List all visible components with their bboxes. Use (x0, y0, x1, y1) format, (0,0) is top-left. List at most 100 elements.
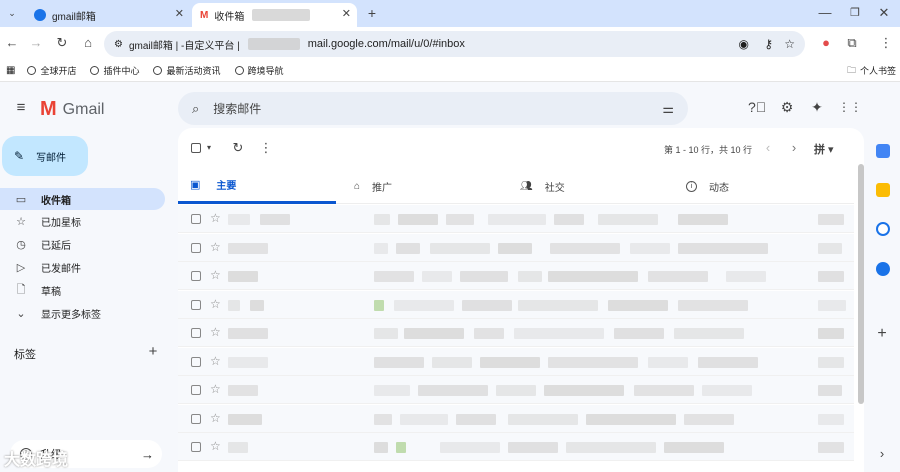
row-checkbox[interactable] (191, 356, 201, 367)
mail-row[interactable]: ☆ (178, 347, 854, 376)
row-checkbox[interactable] (191, 214, 201, 224)
search-options-icon[interactable]: ⚌ (662, 101, 674, 117)
row-checkbox[interactable] (191, 413, 201, 424)
more-options-icon[interactable]: ⋮ (258, 140, 274, 156)
tab-gmail-mailbox[interactable]: gmail邮箱 ✕ (26, 3, 190, 27)
star-icon[interactable]: ☆ (210, 354, 221, 368)
search-icon[interactable]: ⌕ (192, 101, 199, 117)
redacted-text (664, 442, 724, 453)
nav-item-sent[interactable]: ▷ 已发邮件 (0, 256, 165, 278)
globe-icon (234, 66, 244, 75)
forward-icon[interactable]: → (28, 35, 44, 51)
compose-button[interactable]: ✎ 写邮件 (2, 136, 88, 176)
redacted-text (508, 413, 578, 425)
keep-icon[interactable] (876, 183, 890, 197)
tab-inbox[interactable]: M 收件箱 ✕ (192, 3, 357, 27)
gemini-sparkle-icon[interactable]: ✦ (808, 99, 826, 115)
star-icon[interactable]: ☆ (210, 382, 221, 396)
key-icon[interactable]: ⚷ (764, 37, 773, 51)
mail-row[interactable]: ☆ (178, 290, 854, 319)
search-bar[interactable]: ⌕ 搜索邮件 ⚌ (178, 92, 688, 125)
star-icon[interactable]: ☆ (210, 211, 221, 225)
main-menu-icon[interactable]: ≡ (12, 100, 30, 116)
star-icon[interactable]: ☆ (210, 297, 221, 311)
close-window-icon[interactable]: ✕ (876, 5, 892, 21)
redacted-text (228, 214, 250, 225)
nav-item-more[interactable]: ⌄ 显示更多标签 (0, 302, 165, 324)
row-checkbox[interactable] (191, 385, 201, 395)
nav-item-inbox[interactable]: ▭ 收件箱 (0, 188, 165, 210)
bookmark-folder[interactable]: 🗀 个人书签 (847, 63, 896, 79)
refresh-icon[interactable]: ↻ (230, 140, 246, 156)
star-bookmark-icon[interactable]: ☆ (784, 37, 795, 51)
gmail-logo[interactable]: M Gmail (40, 98, 104, 121)
bookmark-item[interactable]: 跨境导航 (234, 64, 284, 77)
close-tab-icon[interactable]: ✕ (342, 7, 351, 20)
tasks-icon[interactable] (876, 222, 890, 236)
search-input[interactable]: 搜索邮件 (213, 100, 261, 117)
row-checkbox[interactable] (191, 242, 201, 253)
redacted-text (460, 271, 508, 282)
mail-row[interactable]: ☆ (178, 376, 854, 404)
extensions-puzzle-icon[interactable]: ⧉ (844, 35, 860, 51)
reload-icon[interactable]: ↻ (54, 35, 70, 51)
star-icon[interactable]: ☆ (210, 240, 221, 254)
eye-icon[interactable]: ◉ (739, 37, 749, 51)
redacted-text (432, 356, 472, 368)
extension-red-icon[interactable]: ● (818, 35, 834, 51)
tab-search-icon[interactable]: ⌄ (4, 5, 20, 21)
contacts-icon[interactable] (876, 262, 890, 276)
redacted-text (630, 242, 670, 254)
tab-social[interactable]: 👥︎ 社交 (520, 168, 670, 204)
star-icon[interactable]: ☆ (210, 439, 221, 453)
get-addons-icon[interactable]: + (874, 326, 890, 342)
google-apps-icon[interactable]: ⋮⋮ (838, 99, 862, 115)
menu-kebab-icon[interactable]: ⋮ (878, 35, 894, 51)
prev-page-icon[interactable]: ‹ (762, 140, 774, 156)
calendar-icon[interactable] (876, 144, 890, 158)
mail-row[interactable]: ☆ (178, 205, 854, 233)
back-icon[interactable]: ← (4, 35, 20, 51)
home-icon[interactable]: ⌂ (80, 35, 96, 51)
tab-updates[interactable]: i 动态 (686, 168, 836, 204)
settings-gear-icon[interactable]: ⚙ (778, 99, 796, 115)
select-dropdown-icon[interactable]: ▾ (204, 140, 214, 156)
add-label-icon[interactable]: + (146, 344, 160, 360)
close-tab-icon[interactable]: ✕ (175, 7, 184, 20)
row-checkbox[interactable] (191, 328, 201, 338)
site-settings-icon[interactable]: ⚙ (114, 39, 123, 50)
apps-grid-icon[interactable]: ▦ (6, 65, 15, 76)
bookmark-item[interactable]: 全球开店 (27, 64, 76, 77)
row-checkbox[interactable] (191, 299, 201, 310)
star-icon[interactable]: ☆ (210, 268, 221, 282)
mail-row[interactable]: ☆ (178, 433, 854, 461)
input-tool-button[interactable]: 拼 ▾ (814, 141, 834, 157)
redacted-text (228, 442, 248, 453)
next-page-icon[interactable]: › (788, 140, 800, 156)
restore-icon[interactable]: ❐ (847, 5, 863, 21)
nav-item-snoozed[interactable]: ◷ 已延后 (0, 233, 165, 255)
address-bar[interactable]: ⚙ gmail邮箱 | -自定义平台 | mail.google.com/mai… (104, 31, 805, 57)
star-icon[interactable]: ☆ (210, 411, 221, 425)
mail-row[interactable]: ☆ (178, 262, 854, 290)
mail-row[interactable]: ☆ (178, 319, 854, 347)
redacted-text (614, 328, 664, 339)
nav-item-starred[interactable]: ☆ 已加星标 (0, 210, 165, 232)
pagination-text: 第 1 - 10 行，共 10 行 (664, 145, 753, 155)
help-icon[interactable]: ?⃝ (748, 99, 766, 115)
nav-item-drafts[interactable]: 🗋 草稿 (0, 279, 165, 301)
mail-row[interactable]: ☆ (178, 404, 854, 433)
tab-primary[interactable]: ▣ 主要 (178, 168, 336, 204)
new-tab-button[interactable]: + (364, 5, 380, 21)
minimize-icon[interactable]: — (817, 5, 833, 21)
bookmark-item[interactable]: 最新活动资讯 (153, 64, 221, 77)
row-checkbox[interactable] (191, 271, 201, 281)
select-all-checkbox[interactable] (191, 143, 201, 153)
star-icon[interactable]: ☆ (210, 325, 221, 339)
tab-promotions[interactable]: ⌂ 推广 (354, 168, 504, 204)
bookmark-item[interactable]: 插件中心 (90, 64, 139, 77)
row-checkbox[interactable] (191, 442, 201, 452)
mail-row[interactable]: ☆ (178, 233, 854, 262)
inbox-icon: ▭ (15, 193, 27, 206)
hide-panel-icon[interactable]: › (874, 446, 890, 462)
